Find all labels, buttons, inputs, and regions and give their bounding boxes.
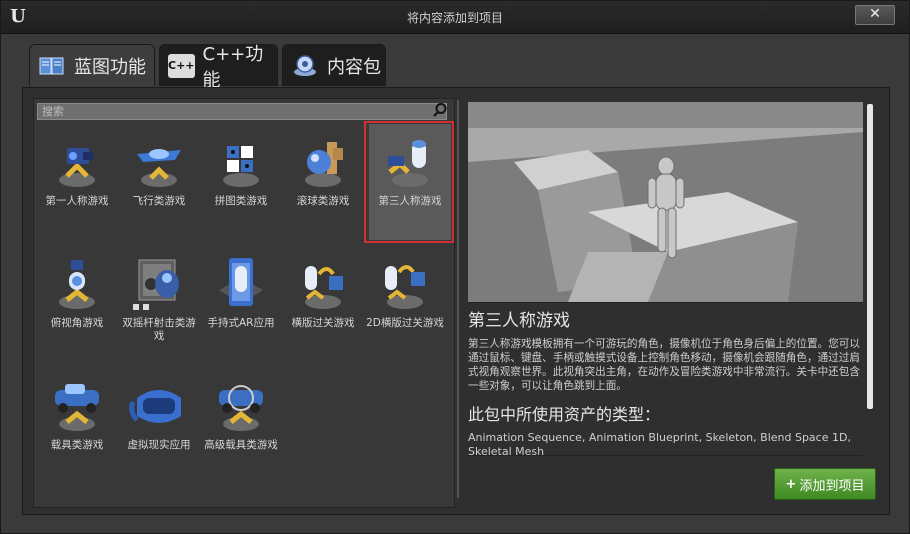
add-button-label: 添加到项目 (799, 478, 865, 494)
bottom-separator (468, 455, 863, 456)
tab-label: 蓝图功能 (74, 56, 146, 78)
template-label: 横版过关游戏 (291, 317, 355, 329)
puzzle-icon (223, 146, 259, 187)
2d-side-scroller-icon (385, 265, 425, 309)
template-flying[interactable]: 飞行类游戏 (118, 124, 200, 240)
description-text: 第三人称游戏模板拥有一个可游玩的角色，摄像机位于角色身后偏上的位置。您可以通过鼠… (468, 338, 860, 392)
add-content-dialog: U 将内容添加到项目 ✕ 蓝图功能 C++ C++功能 内容包 搜索 第一人称游… (0, 0, 910, 534)
template-label: 俯视角游戏 (50, 317, 104, 329)
blueprint-book-icon (38, 54, 66, 78)
description-scrollbar[interactable] (867, 104, 873, 409)
panel-divider (457, 100, 459, 498)
selection-highlight (364, 121, 454, 243)
preview-separator (468, 302, 863, 303)
template-first-person[interactable]: 第一人称游戏 (36, 124, 118, 240)
top-down-icon (59, 260, 95, 309)
tab-label: 内容包 (327, 56, 381, 78)
vr-icon (129, 390, 181, 423)
template-vehicle[interactable]: 载具类游戏 (36, 368, 118, 484)
content-frame: 搜索 第一人称游戏 飞行类游戏 拼图类游戏 滚球类游戏 第三人称游戏 俯视角游戏… (22, 87, 890, 515)
template-label: 手持式AR应用 (207, 317, 275, 329)
title-bar: U 将内容添加到项目 ✕ (1, 1, 909, 34)
advanced-vehicle-icon (219, 385, 263, 431)
template-vr[interactable]: 虚拟现实应用 (118, 368, 200, 484)
tab-blueprint[interactable]: 蓝图功能 (29, 44, 155, 86)
preview-image (468, 102, 863, 302)
tab-cpp[interactable]: C++ C++功能 (159, 44, 278, 91)
add-to-project-button[interactable]: + 添加到项目 (774, 468, 876, 500)
template-label: 双摇杆射击类游戏 (122, 317, 196, 342)
rolling-icon (305, 142, 343, 187)
template-label: 虚拟现实应用 (127, 439, 191, 451)
tab-content-pack[interactable]: 内容包 (282, 44, 386, 86)
search-input[interactable]: 搜索 (37, 103, 447, 120)
flying-icon (137, 149, 181, 187)
plus-icon: + (785, 476, 797, 492)
window-title: 将内容添加到项目 (406, 11, 503, 25)
template-description: 第三人称游戏 第三人称游戏模板拥有一个可游玩的角色，摄像机位于角色身后偏上的位置… (468, 306, 863, 459)
assets-heading: 此包中所使用资产的类型： (468, 405, 661, 424)
template-label: 拼图类游戏 (214, 195, 268, 207)
first-person-icon (59, 148, 95, 187)
template-twin-stick[interactable]: 双摇杆射击类游戏 (118, 246, 200, 362)
handheld-ar-icon (219, 258, 263, 306)
search-icon[interactable] (432, 102, 448, 118)
twin-stick-icon (133, 259, 179, 310)
template-advanced-vehicle[interactable]: 高级载具类游戏 (200, 368, 282, 484)
cpp-icon: C++ (168, 53, 195, 78)
template-rolling[interactable]: 滚球类游戏 (282, 124, 364, 240)
template-label: 载具类游戏 (50, 439, 104, 451)
side-scroller-icon (305, 266, 343, 309)
search-placeholder: 搜索 (42, 105, 64, 118)
template-label: 2D横版过关游戏 (366, 317, 444, 329)
tab-label: C++功能 (202, 43, 264, 91)
description-title: 第三人称游戏 (468, 311, 570, 331)
template-handheld-ar[interactable]: 手持式AR应用 (200, 246, 282, 362)
template-2d-side-scroller[interactable]: 2D横版过关游戏 (364, 246, 446, 362)
template-side-scroller[interactable]: 横版过关游戏 (282, 246, 364, 362)
template-label: 第一人称游戏 (45, 195, 109, 207)
template-list-panel: 搜索 第一人称游戏 飞行类游戏 拼图类游戏 滚球类游戏 第三人称游戏 俯视角游戏… (33, 98, 455, 508)
template-top-down[interactable]: 俯视角游戏 (36, 246, 118, 362)
vehicle-icon (55, 384, 99, 431)
template-label: 滚球类游戏 (296, 195, 350, 207)
template-label: 飞行类游戏 (132, 195, 186, 207)
template-label: 高级载具类游戏 (204, 439, 278, 451)
content-pack-icon (291, 54, 319, 78)
close-button[interactable]: ✕ (855, 5, 895, 25)
template-puzzle[interactable]: 拼图类游戏 (200, 124, 282, 240)
